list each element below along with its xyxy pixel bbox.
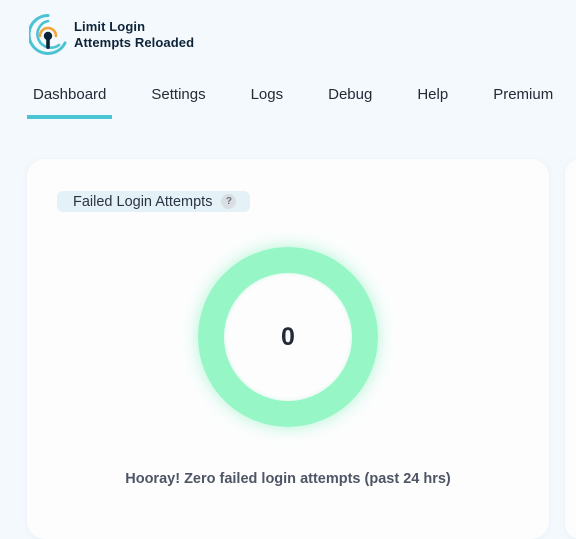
main-tabs: Dashboard Settings Logs Debug Help Premi…: [27, 80, 576, 120]
card-title-badge: Failed Login Attempts ?: [57, 191, 251, 212]
failed-login-attempts-card: Failed Login Attempts ? 0 Hooray! Zero f…: [27, 159, 549, 539]
failed-attempts-ring: 0: [198, 247, 378, 427]
failed-attempts-count: 0: [281, 322, 295, 351]
tab-settings[interactable]: Settings: [145, 80, 211, 120]
tab-help[interactable]: Help: [411, 80, 454, 120]
app-logo: Limit Login Attempts Reloaded: [29, 12, 194, 58]
next-card-edge: [565, 159, 576, 539]
tab-debug[interactable]: Debug: [322, 80, 378, 120]
card-title: Failed Login Attempts: [73, 193, 213, 210]
status-message: Hooray! Zero failed login attempts (past…: [125, 471, 451, 487]
brand-name-line2: Attempts Reloaded: [74, 35, 195, 50]
tab-dashboard[interactable]: Dashboard: [27, 80, 113, 120]
tab-premium[interactable]: Premium: [487, 80, 559, 120]
tab-logs[interactable]: Logs: [245, 80, 290, 120]
help-icon[interactable]: ?: [221, 194, 237, 209]
brand-name-line1: Limit Login: [74, 19, 146, 34]
lock-keyhole-logo-icon: [29, 14, 67, 55]
